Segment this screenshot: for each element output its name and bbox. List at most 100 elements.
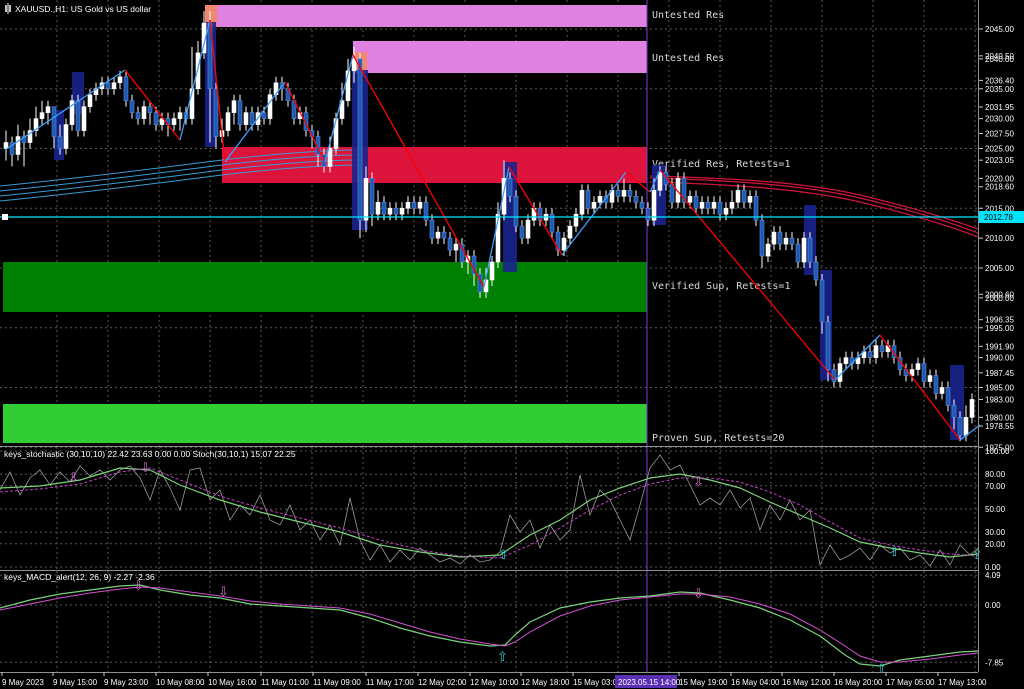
candle-body bbox=[915, 363, 921, 370]
price-tick: 2031.95 bbox=[985, 103, 1014, 112]
candle-body bbox=[591, 201, 597, 209]
time-tick: 10 May 16:00 bbox=[208, 678, 257, 687]
price-tick: 2030.00 bbox=[985, 115, 1014, 124]
price-tick: 2045.00 bbox=[985, 25, 1014, 34]
arrow-down-icon: ⇩ bbox=[140, 461, 151, 476]
time-tick: 12 May 10:00 bbox=[470, 678, 519, 687]
candle-body bbox=[879, 345, 885, 352]
price-tick: 1987.45 bbox=[985, 369, 1014, 378]
candle-body bbox=[261, 112, 267, 119]
candle-body bbox=[747, 196, 753, 203]
time-tick: 17 May 13:00 bbox=[938, 678, 987, 687]
time-tick: 10 May 08:00 bbox=[156, 678, 205, 687]
arrow-down-icon: ⇩ bbox=[693, 587, 704, 602]
candle-body bbox=[819, 279, 825, 323]
candle-body bbox=[621, 190, 627, 197]
candle-body bbox=[945, 387, 951, 406]
time-tick: 16 May 04:00 bbox=[731, 678, 780, 687]
candle-body bbox=[939, 387, 945, 394]
time-tick: 17 May 05:00 bbox=[886, 678, 935, 687]
time-tick: 15 May 19:00 bbox=[679, 678, 728, 687]
candle-body bbox=[381, 201, 387, 215]
price-tick: 2035.00 bbox=[985, 85, 1014, 94]
arrow-down-icon: ⇩ bbox=[133, 579, 144, 594]
candle-body bbox=[597, 196, 603, 203]
candle-body bbox=[711, 201, 717, 209]
candle-body bbox=[435, 231, 441, 239]
candle-body bbox=[867, 351, 873, 358]
price-tick: 2010.00 bbox=[985, 234, 1014, 243]
candle-body bbox=[105, 82, 111, 90]
price-tick-labels: 2045.002040.502040.002036.402035.002031.… bbox=[979, 25, 1014, 452]
stochastic-tick: 20.00 bbox=[985, 540, 1006, 549]
candle-body bbox=[429, 219, 435, 239]
candle-body bbox=[657, 172, 663, 191]
price-tick: 1995.00 bbox=[985, 324, 1014, 333]
zone-label-proven-sup: Proven Sup, Retests=20 bbox=[652, 433, 784, 444]
price-tick: 2025.00 bbox=[985, 145, 1014, 154]
candle-body bbox=[195, 52, 201, 90]
candle-body bbox=[147, 106, 153, 113]
time-tick: 11 May 09:00 bbox=[313, 678, 361, 687]
stochastic-tick: 70.00 bbox=[985, 482, 1006, 491]
candle-body bbox=[837, 363, 843, 382]
time-tick: 11 May 01:00 bbox=[261, 678, 309, 687]
time-tick: 15 May 03:00 bbox=[573, 678, 622, 687]
arrow-up-icon: ⇧ bbox=[876, 662, 887, 677]
candle-body bbox=[933, 375, 939, 394]
candle-body bbox=[231, 100, 237, 113]
zone-label-untested-res-1: Untested Res bbox=[652, 10, 724, 21]
candle-body bbox=[615, 190, 621, 197]
candle-body bbox=[789, 237, 795, 245]
price-line-handle[interactable] bbox=[2, 214, 8, 220]
price-tick: 1990.00 bbox=[985, 354, 1014, 363]
candle-body bbox=[399, 207, 405, 215]
candle-body bbox=[585, 190, 591, 209]
candle-body bbox=[357, 58, 363, 221]
stochastic-tick: 80.00 bbox=[985, 470, 1006, 479]
candle-body bbox=[699, 201, 705, 209]
candle-body bbox=[351, 58, 357, 72]
candle-body bbox=[171, 118, 177, 125]
candle-body bbox=[705, 201, 711, 209]
candle-body bbox=[243, 112, 249, 125]
time-tick: 12 May 02:00 bbox=[418, 678, 467, 687]
candle-body bbox=[801, 237, 807, 263]
arrow-up-icon: ⇧ bbox=[498, 548, 509, 563]
arrow-up-icon: ⇧ bbox=[889, 545, 900, 560]
candle-body bbox=[15, 136, 21, 155]
candle-body bbox=[519, 225, 525, 239]
candle-body bbox=[825, 321, 831, 370]
candle-body bbox=[633, 196, 639, 203]
candle-body bbox=[447, 237, 453, 251]
candle-body bbox=[87, 94, 93, 107]
candle-body bbox=[81, 106, 87, 131]
arrow-down-icon: ⇩ bbox=[68, 471, 79, 486]
candle-body bbox=[111, 82, 117, 90]
candle-body bbox=[729, 201, 735, 209]
candle-body bbox=[525, 219, 531, 239]
arrow-up-icon: ⇧ bbox=[972, 548, 983, 563]
candle-body bbox=[453, 243, 459, 251]
candle-body bbox=[375, 201, 381, 215]
price-tick: 1978.55 bbox=[985, 422, 1014, 431]
candle-body bbox=[957, 417, 963, 436]
candle-body bbox=[513, 196, 519, 227]
price-tick: 2018.60 bbox=[985, 183, 1014, 192]
arrow-down-icon: ⇩ bbox=[693, 475, 704, 490]
price-tick: 1991.90 bbox=[985, 342, 1014, 351]
candle-body bbox=[963, 417, 969, 436]
time-tick: 11 May 17:00 bbox=[366, 678, 414, 687]
stochastic-tick: 50.00 bbox=[985, 505, 1006, 514]
zone-verified-res bbox=[222, 147, 647, 183]
window-title: XAUUSD.,H1: US Gold vs US dollar bbox=[15, 4, 151, 14]
candle-body bbox=[57, 136, 63, 149]
chart-window[interactable]: Untested Res Untested Res Verified Res, … bbox=[0, 0, 1024, 689]
stochastic-tick: 100.00 bbox=[985, 447, 1010, 456]
zone-label-verified-sup: Verified Sup, Retests=1 bbox=[652, 281, 790, 292]
arrow-down-icon: ⇩ bbox=[218, 585, 229, 600]
zone-verified-sup bbox=[3, 262, 647, 312]
zone-label-untested-res-2: Untested Res bbox=[652, 53, 724, 64]
candle-body bbox=[177, 112, 183, 119]
candle-body bbox=[45, 106, 51, 113]
